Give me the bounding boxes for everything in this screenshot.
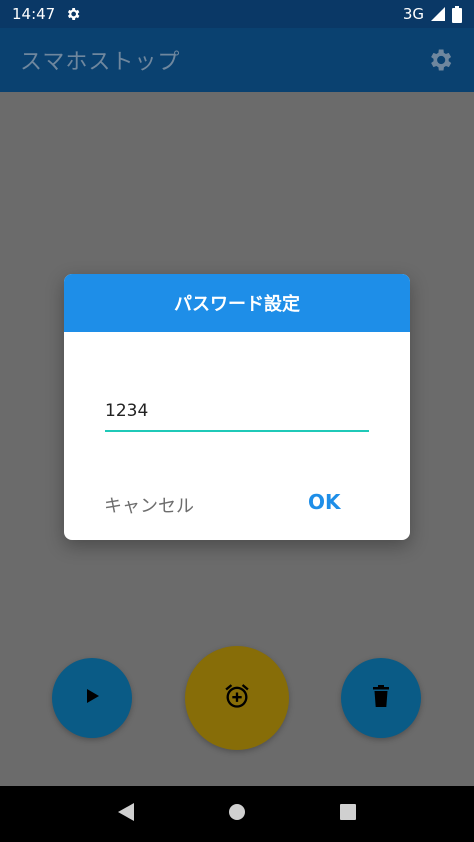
gear-icon[interactable] [426, 46, 454, 74]
add-alarm-button[interactable] [185, 646, 289, 750]
status-time: 14:47 [12, 5, 56, 23]
battery-icon [452, 5, 462, 23]
dialog-title: パスワード設定 [64, 274, 410, 332]
trash-icon [371, 685, 391, 711]
home-icon[interactable] [228, 803, 246, 825]
cancel-button[interactable]: キャンセル [104, 492, 194, 518]
alarm-add-icon [223, 682, 251, 714]
delete-button[interactable] [341, 658, 421, 738]
signal-icon [430, 6, 446, 22]
settings-icon [65, 6, 81, 22]
navigation-bar [0, 786, 474, 842]
password-dialog: パスワード設定 キャンセル OK [64, 274, 410, 540]
status-bar: 14:47 3G [0, 0, 474, 28]
status-right: 3G [403, 5, 462, 23]
recents-icon[interactable] [339, 803, 357, 825]
app-bar: スマホストップ [0, 28, 474, 92]
password-input[interactable] [105, 396, 369, 432]
back-icon[interactable] [117, 802, 135, 826]
network-type: 3G [402, 5, 424, 23]
screen: 14:47 3G スマホストップ パスワード設定 1234 キャンセル OK [0, 0, 474, 842]
app-title: スマホストップ [20, 50, 181, 75]
play-icon [83, 687, 101, 709]
play-button[interactable] [52, 658, 132, 738]
ok-button[interactable]: OK [308, 490, 341, 514]
